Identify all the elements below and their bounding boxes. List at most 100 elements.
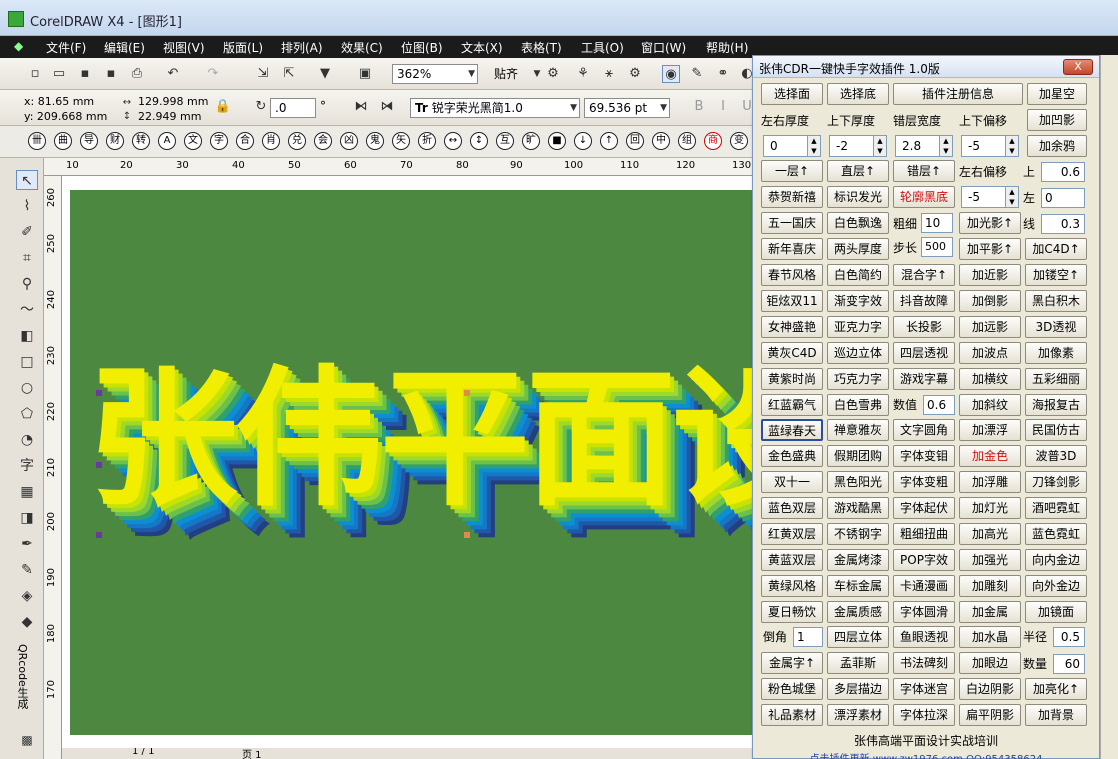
dynamic-guides-icon[interactable]: ⚹ bbox=[600, 65, 618, 83]
effect-button[interactable]: 字体变粗 bbox=[893, 471, 955, 493]
effect-button[interactable]: 加亮化↑ bbox=[1025, 678, 1087, 700]
plugin-title-bar[interactable]: 张伟CDR一键快手字效插件 1.0版 X bbox=[753, 56, 1099, 78]
glyph-button[interactable]: ↕ bbox=[470, 132, 488, 150]
effect-button[interactable]: 游戏字幕 bbox=[893, 368, 955, 390]
new-icon[interactable]: ▫ bbox=[26, 65, 44, 83]
glyph-button[interactable]: 导 bbox=[80, 132, 98, 150]
effect-button[interactable]: 加远影 bbox=[959, 316, 1021, 338]
effect-button[interactable]: 波普3D bbox=[1025, 445, 1087, 467]
object-height[interactable]: 22.949 mm bbox=[138, 107, 201, 127]
glyph-button[interactable]: 会 bbox=[314, 132, 332, 150]
y-position[interactable]: y: 209.668 mm bbox=[24, 107, 107, 127]
value-field[interactable]: 0.6 bbox=[923, 395, 955, 415]
select-face-button[interactable]: 选择面 bbox=[761, 83, 823, 105]
horizontal-ruler[interactable]: 10 20 30 40 50 60 70 80 90 100 110 120 1… bbox=[44, 158, 760, 176]
glyph-button[interactable]: ■ bbox=[548, 132, 566, 150]
effect-button[interactable]: 五一国庆 bbox=[761, 212, 823, 234]
effect-button[interactable]: 加凹影 bbox=[1027, 109, 1087, 131]
effect-button[interactable]: 长投影 bbox=[893, 316, 955, 338]
spinner-arrows-icon[interactable]: ▲ ▼ bbox=[807, 136, 820, 156]
glyph-button[interactable]: 旷 bbox=[522, 132, 540, 150]
fill-tool-icon[interactable]: ◈ bbox=[16, 586, 38, 606]
effect-button[interactable]: 蓝色霓虹 bbox=[1025, 523, 1087, 545]
menu-help[interactable]: 帮助(H) bbox=[706, 39, 748, 56]
effect-button[interactable]: 加金属 bbox=[959, 601, 1021, 623]
zoom-combo[interactable]: 362% ▼ bbox=[392, 64, 478, 84]
register-info-button[interactable]: 插件注册信息 bbox=[893, 83, 1023, 105]
effect-button[interactable]: 直层↑ bbox=[827, 160, 889, 182]
ud-thickness-spinner[interactable]: -2 ▲ ▼ bbox=[829, 135, 887, 157]
effect-button[interactable]: 混合字↑ bbox=[893, 264, 955, 286]
menu-tools[interactable]: 工具(O) bbox=[581, 39, 624, 56]
effect-button[interactable]: 错层↑ bbox=[893, 160, 955, 182]
effect-button[interactable]: 黄蓝双层 bbox=[761, 549, 823, 571]
glyph-button[interactable]: 变 bbox=[730, 132, 748, 150]
effect-button[interactable]: 红黄双层 bbox=[761, 523, 823, 545]
effect-button[interactable]: 金属字↑ bbox=[761, 652, 823, 674]
effect-button[interactable]: 黑色阳光 bbox=[827, 471, 889, 493]
effect-button[interactable]: 加倒影 bbox=[959, 290, 1021, 312]
qrcode-label[interactable]: QRcode生成 bbox=[14, 644, 30, 734]
save-as-icon[interactable]: ▪ bbox=[102, 65, 120, 83]
effect-button[interactable]: 加像素 bbox=[1025, 342, 1087, 364]
effect-button[interactable]: 亚克力字 bbox=[827, 316, 889, 338]
offset-width-spinner[interactable]: 2.8 ▲ ▼ bbox=[895, 135, 953, 157]
effect-button[interactable]: 加高光 bbox=[959, 523, 1021, 545]
table-tool-icon[interactable]: ▦ bbox=[16, 482, 38, 502]
smart-fill-icon[interactable]: ◧ bbox=[16, 326, 38, 346]
effect-button[interactable]: 夏日畅饮 bbox=[761, 601, 823, 623]
outline-pen-icon[interactable]: ✎ bbox=[16, 560, 38, 580]
effect-button[interactable]: 字体迷宫 bbox=[893, 678, 955, 700]
effect-button[interactable]: 黑白积木 bbox=[1025, 290, 1087, 312]
effect-button[interactable]: 轮廓黑底 bbox=[893, 186, 955, 208]
export-icon[interactable]: ⇱ bbox=[280, 65, 298, 83]
welcome-screen-icon[interactable]: ▣ bbox=[356, 65, 374, 83]
effect-button[interactable]: 白边阴影 bbox=[959, 678, 1021, 700]
effect-button[interactable]: 四层透视 bbox=[893, 342, 955, 364]
pick-tool-icon[interactable]: ↖ bbox=[16, 170, 38, 190]
glyph-button[interactable]: 兑 bbox=[288, 132, 306, 150]
snap-to-label[interactable]: 贴齐 bbox=[494, 64, 518, 84]
effect-button[interactable]: 加波点 bbox=[959, 342, 1021, 364]
effect-button[interactable]: 向内金边 bbox=[1025, 549, 1087, 571]
glyph-button[interactable]: 矢 bbox=[392, 132, 410, 150]
bold-icon[interactable]: B bbox=[690, 98, 708, 116]
select-base-button[interactable]: 选择底 bbox=[827, 83, 889, 105]
polygon-tool-icon[interactable]: ⬠ bbox=[16, 404, 38, 424]
effect-button[interactable]: 民国仿古 bbox=[1025, 419, 1087, 441]
print-icon[interactable]: ⎙ bbox=[128, 65, 146, 83]
step-field[interactable]: 500 bbox=[921, 237, 953, 257]
effect-button[interactable]: 加浮雕 bbox=[959, 471, 1021, 493]
menu-file[interactable]: 文件(F) bbox=[46, 39, 86, 56]
effect-button[interactable]: 字体变钼 bbox=[893, 445, 955, 467]
crop-tool-icon[interactable]: ⌗ bbox=[16, 248, 38, 268]
italic-icon[interactable]: I bbox=[714, 98, 732, 116]
stroke-width-field[interactable]: 10 bbox=[921, 213, 953, 233]
effect-button[interactable]: 标识发光 bbox=[827, 186, 889, 208]
glyph-button[interactable]: 财 bbox=[106, 132, 124, 150]
effect-button[interactable]: 车标金属 bbox=[827, 575, 889, 597]
app-launcher-icon[interactable]: ▼ bbox=[316, 65, 334, 83]
effect-button[interactable]: 双十一 bbox=[761, 471, 823, 493]
glyph-button[interactable]: 肖 bbox=[262, 132, 280, 150]
lr-offset-spinner[interactable]: -5 ▲ ▼ bbox=[961, 186, 1019, 208]
selection-handle[interactable] bbox=[96, 532, 102, 538]
effect-button[interactable]: 一层↑ bbox=[761, 160, 823, 182]
effect-button[interactable]: 白色飘逸 bbox=[827, 212, 889, 234]
effect-button[interactable]: 四层立体 bbox=[827, 626, 889, 648]
glyph-button[interactable]: ↑ bbox=[600, 132, 618, 150]
glyph-button[interactable]: 转 bbox=[132, 132, 150, 150]
effect-button[interactable]: 鱼眼透视 bbox=[893, 626, 955, 648]
effect-button[interactable]: 加C4D↑ bbox=[1025, 238, 1087, 260]
view-icon[interactable]: ◉ bbox=[662, 65, 680, 83]
effect-button[interactable]: 春节风格 bbox=[761, 264, 823, 286]
effect-button[interactable]: 金属烤漆 bbox=[827, 549, 889, 571]
glyph-button[interactable]: 文 bbox=[184, 132, 202, 150]
effect-button[interactable]: 向外金边 bbox=[1025, 575, 1087, 597]
effect-button[interactable]: 新年喜庆 bbox=[761, 238, 823, 260]
effect-button[interactable]: 卡通漫画 bbox=[893, 575, 955, 597]
tool-options-icon[interactable]: ✎ bbox=[688, 65, 706, 83]
redo-icon[interactable]: ↷ bbox=[204, 65, 222, 83]
interactive-blend-icon[interactable]: ◨ bbox=[16, 508, 38, 528]
align-icon[interactable]: ⚭ bbox=[714, 65, 732, 83]
